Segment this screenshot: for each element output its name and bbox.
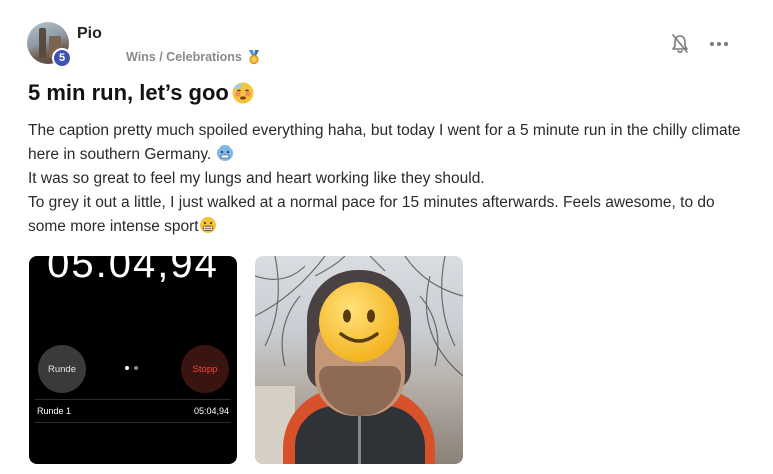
smiley-emoji (319, 282, 399, 362)
body-line-2: It was so great to feel my lungs and hea… (28, 170, 485, 187)
category-text: Wins / Celebrations (126, 50, 242, 64)
medal-icon (248, 50, 259, 65)
bell-off-icon (672, 34, 688, 53)
post-body-paragraph: To grey it out a little, I just walked a… (28, 191, 748, 239)
lap-label: Runde 1 (37, 406, 72, 416)
hot-face-emoji (232, 82, 254, 104)
post-title: 5 min run, let’s goo (28, 80, 255, 106)
author-name[interactable]: Pio (77, 25, 102, 43)
post-title-text: 5 min run, let’s goo (28, 80, 229, 105)
page-dot (134, 366, 138, 370)
avatar-tower-shape (39, 28, 46, 58)
post-body: The caption pretty much spoiled everythi… (28, 119, 748, 239)
more-dot (717, 42, 721, 46)
more-dot (724, 42, 728, 46)
lap-time: 05:04,94 (193, 406, 229, 416)
level-badge: 5 (52, 48, 72, 68)
body-line-3: To grey it out a little, I just walked a… (28, 194, 715, 235)
stopwatch-time: 05.04,94 (47, 256, 219, 286)
selfie-image[interactable] (255, 256, 463, 464)
author-avatar-container[interactable]: 5 (27, 22, 72, 68)
divider (35, 422, 231, 423)
stopwatch-image[interactable]: 05.04,94 Runde Stopp Runde 1 05:04,94 (29, 256, 237, 464)
grinning-face-emoji (199, 217, 216, 233)
page-dots (125, 366, 138, 370)
page-dot (125, 366, 129, 370)
lap-button-image: Runde (38, 345, 86, 393)
stop-button-image: Stopp (181, 345, 229, 393)
category-label[interactable]: Wins / Celebrations (126, 49, 262, 65)
notification-toggle-button[interactable] (670, 33, 690, 55)
post-body-paragraph: The caption pretty much spoiled everythi… (28, 119, 748, 167)
divider (35, 399, 231, 400)
more-horizontal-icon (710, 42, 714, 46)
cold-face-emoji (216, 145, 233, 161)
more-options-button[interactable] (710, 36, 730, 52)
body-line-1: The caption pretty much spoiled everythi… (28, 122, 741, 163)
